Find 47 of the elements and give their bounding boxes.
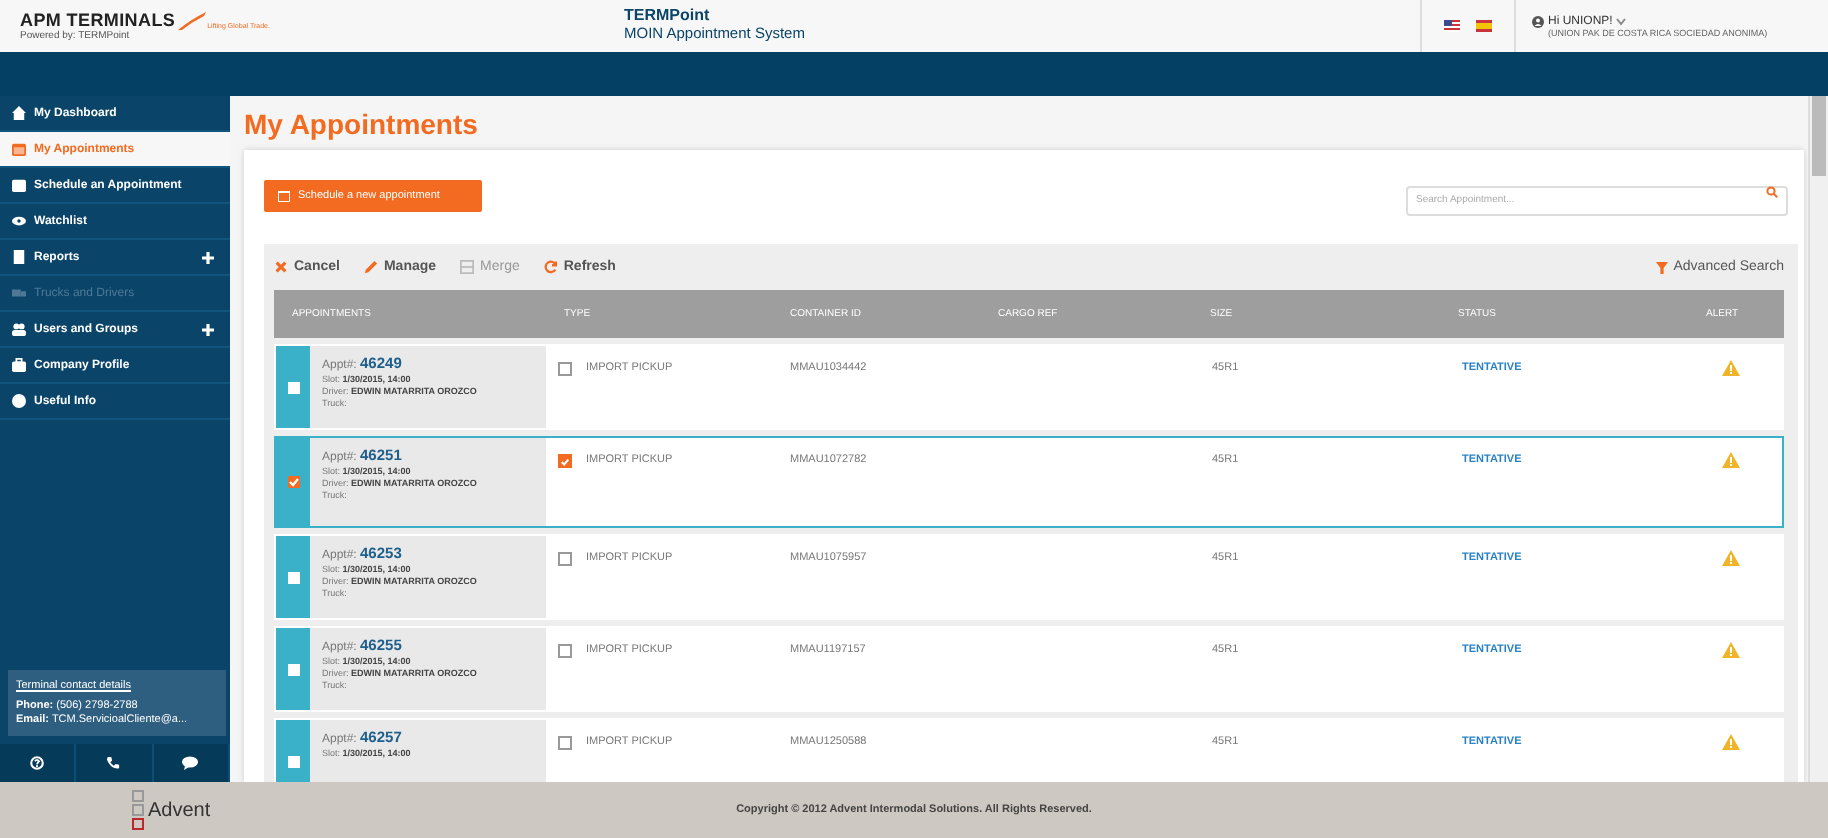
- warning-icon: [1722, 550, 1740, 566]
- page-title: My Appointments: [244, 108, 480, 142]
- plus-icon[interactable]: [202, 323, 214, 335]
- row-selector[interactable]: [276, 628, 310, 710]
- case-icon: [12, 358, 26, 372]
- checkbox[interactable]: [287, 571, 299, 583]
- close-icon[interactable]: [274, 260, 288, 274]
- app-name: TERMPoint: [624, 8, 712, 27]
- advent-logo: Advent: [148, 799, 211, 821]
- user-icon: [1532, 15, 1544, 27]
- checkbox[interactable]: [287, 381, 299, 393]
- info-icon: [12, 394, 26, 408]
- checkbox[interactable]: [558, 552, 572, 566]
- checkbox[interactable]: [287, 755, 299, 767]
- swoosh-icon: [177, 11, 206, 29]
- phone-icon[interactable]: [106, 756, 121, 770]
- chat-icon[interactable]: [182, 756, 199, 770]
- checkbox[interactable]: [558, 644, 572, 658]
- row-selector[interactable]: [276, 346, 310, 428]
- checkbox[interactable]: [558, 736, 572, 750]
- caret-icon[interactable]: [1616, 17, 1627, 25]
- english-flag-icon[interactable]: [1444, 20, 1460, 32]
- pencil-icon[interactable]: [363, 260, 378, 274]
- row-selector[interactable]: [276, 720, 310, 782]
- search-icon[interactable]: [1766, 185, 1778, 197]
- advent-logo-icon: [132, 790, 144, 830]
- scrollbar-thumb[interactable]: [1812, 96, 1826, 176]
- home-icon: [12, 106, 26, 120]
- brand-logo: APM TERMINALS: [20, 10, 176, 30]
- spanish-flag-icon[interactable]: [1476, 20, 1492, 32]
- truck-icon: [12, 286, 26, 300]
- warning-icon: [1722, 642, 1740, 658]
- help-icon[interactable]: [30, 756, 45, 770]
- eye-icon: [12, 214, 26, 228]
- warning-icon: [1722, 452, 1740, 468]
- calendar-icon: [278, 190, 290, 202]
- refresh-icon[interactable]: [543, 260, 558, 274]
- warning-icon: [1722, 360, 1740, 376]
- checkbox[interactable]: [558, 454, 572, 468]
- row-selector[interactable]: [276, 536, 310, 618]
- warning-icon: [1722, 734, 1740, 750]
- checkbox[interactable]: [558, 362, 572, 376]
- filter-icon[interactable]: [1655, 261, 1668, 273]
- plus-icon[interactable]: [202, 251, 214, 263]
- checkbox[interactable]: [287, 663, 299, 675]
- users-icon: [12, 322, 26, 336]
- doc-icon: [12, 250, 26, 264]
